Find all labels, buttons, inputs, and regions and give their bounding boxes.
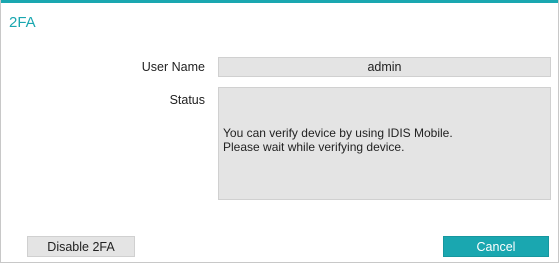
user-name-field: admin [218, 57, 551, 77]
status-label: Status [169, 93, 205, 107]
user-name-label: User Name [141, 60, 205, 74]
twofa-dialog: 2FA User Name admin Status You can verif… [0, 0, 559, 263]
status-line-2: Please wait while verifying device. [223, 140, 405, 154]
status-message: You can verify device by using IDIS Mobi… [223, 126, 453, 154]
dialog-title: 2FA [9, 14, 36, 31]
accent-top-bar [1, 0, 558, 3]
disable-2fa-button[interactable]: Disable 2FA [27, 236, 135, 257]
status-box: You can verify device by using IDIS Mobi… [218, 87, 551, 200]
status-line-1: You can verify device by using IDIS Mobi… [223, 126, 453, 140]
cancel-button[interactable]: Cancel [443, 236, 549, 257]
